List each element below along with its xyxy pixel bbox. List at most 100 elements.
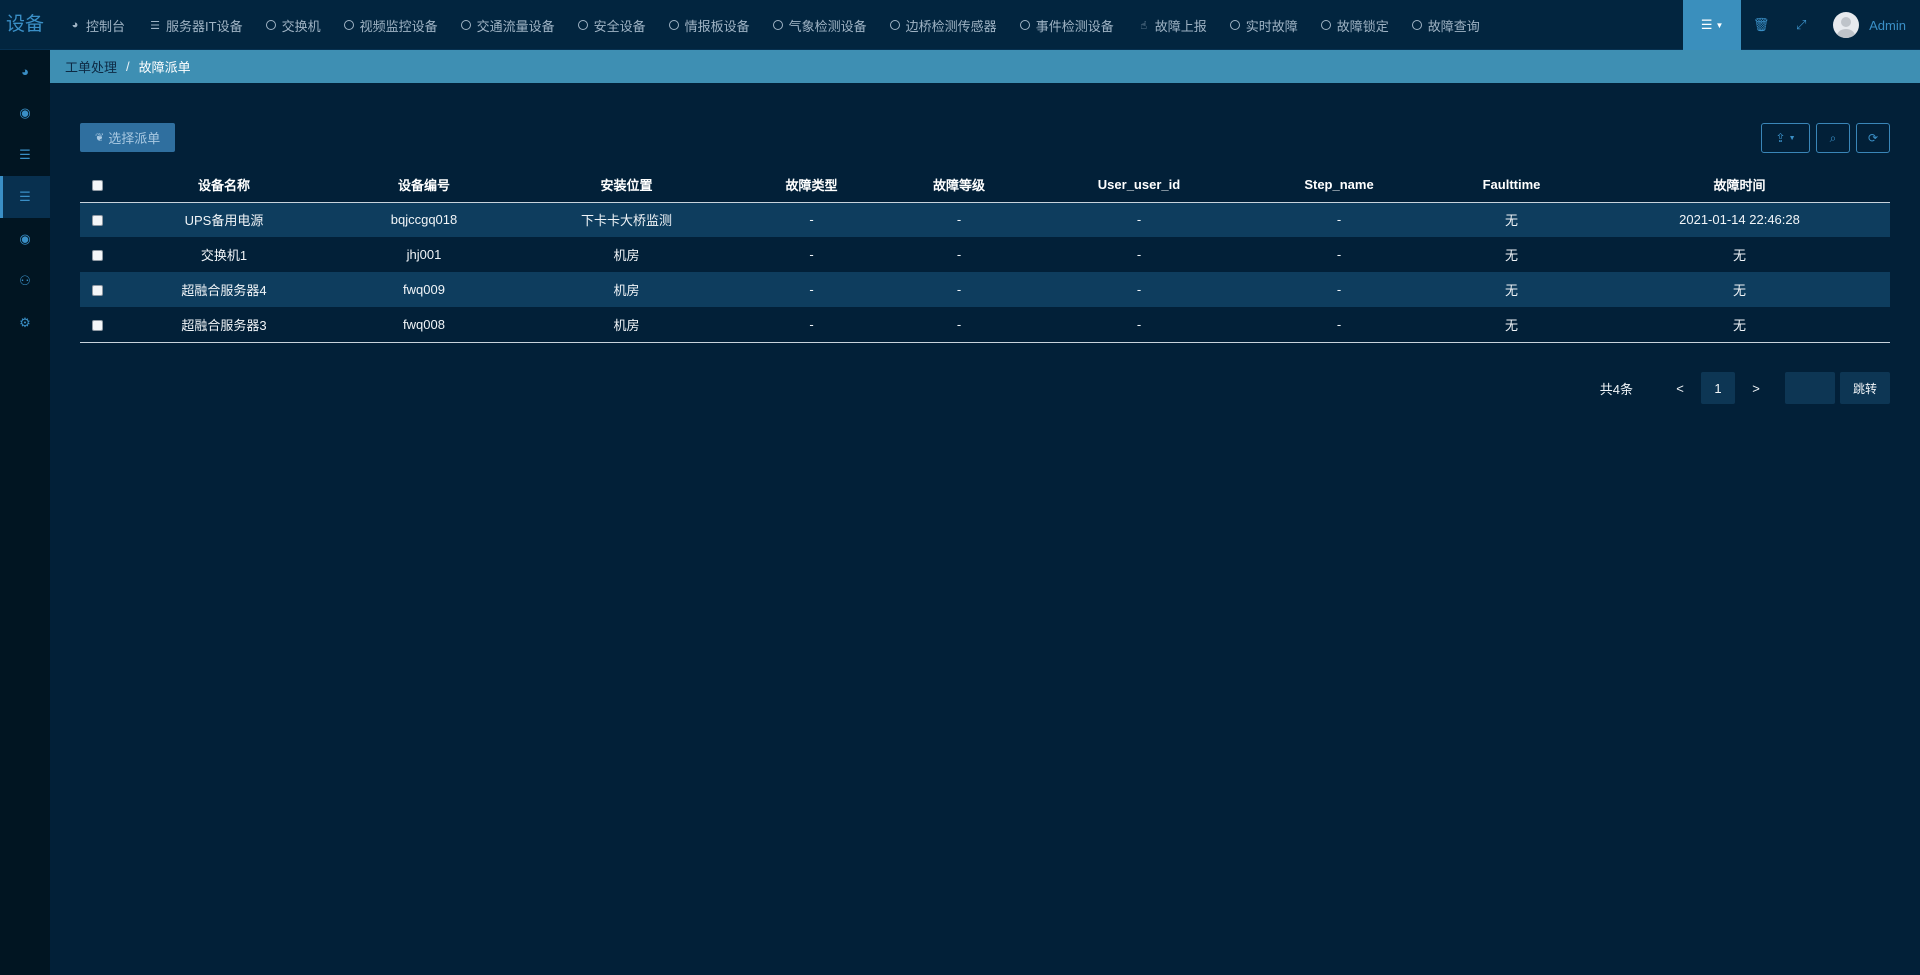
nav-item-fault-lock[interactable]: 故障锁定	[1311, 0, 1402, 50]
column-header[interactable]: 安装位置	[514, 167, 739, 203]
nav-item-security[interactable]: 安全设备	[568, 0, 659, 50]
table-cell: UPS备用电源	[184, 213, 264, 229]
top-right-tools: ☰ ▼ 🗑 ⤢ Admin	[1683, 0, 1920, 50]
dashboard-icon: ◕	[71, 19, 79, 31]
brand-logo[interactable]: 设备	[0, 0, 50, 50]
table-cell: 无	[1434, 307, 1589, 343]
trash-icon: 🗑	[1752, 17, 1770, 32]
column-header[interactable]: 故障时间	[1589, 167, 1890, 203]
column-header[interactable]: 设备名称	[114, 167, 334, 203]
table-cell: -	[1244, 307, 1434, 343]
top-nav: ◕ 控制台 ☰ 服务器IT设备 交换机 视频监控设备 交通流量设备 安全设备 情报板…	[58, 0, 1493, 50]
column-header[interactable]: Faulttime	[1434, 167, 1589, 203]
table-row[interactable]: UPS备用电源 bqjccgq018 下卡卡大桥监测 - - - - 无 202…	[80, 202, 1890, 237]
nav-item-event-detect[interactable]: 事件检测设备	[1010, 0, 1127, 50]
jump-page-input[interactable]	[1785, 372, 1835, 404]
column-header[interactable]: 设备编号	[334, 167, 514, 203]
nav-item-traffic[interactable]: 交通流量设备	[451, 0, 568, 50]
column-header[interactable]: Step_name	[1244, 167, 1434, 203]
table-cell: 下卡卡大桥监测	[580, 213, 672, 229]
nav-item-label: 故障锁定	[1336, 18, 1389, 34]
fault-dispatch-table: 设备名称 设备编号 安装位置 故障类型 故障等级 User_user_id St…	[80, 167, 1890, 343]
table-header-row: 设备名称 设备编号 安装位置 故障类型 故障等级 User_user_id St…	[80, 167, 1890, 203]
list-icon: ☰	[19, 147, 31, 162]
top-navbar: 设备 ◕ 控制台 ☰ 服务器IT设备 交换机 视频监控设备 交通流量设备 安全设备 …	[0, 0, 1920, 50]
column-header[interactable]: 故障类型	[739, 167, 884, 203]
next-page-button[interactable]: >	[1737, 381, 1775, 396]
select-all-checkbox[interactable]	[91, 179, 103, 191]
sidebar-item-users[interactable]: ⚇	[0, 260, 50, 302]
nav-item-weather[interactable]: 气象检测设备	[763, 0, 880, 50]
circle-icon	[668, 20, 679, 30]
table-cell: 无	[1504, 248, 1518, 263]
nav-item-label: 视频监控设备	[359, 18, 438, 34]
nav-item-label: 控制台	[86, 18, 126, 34]
nav-item-label: 安全设备	[593, 18, 646, 34]
nav-item-fault-query[interactable]: 故障查询	[1402, 0, 1493, 50]
row-select-cell	[80, 307, 114, 343]
pagination: 共4条 < 1 > 跳转	[1600, 372, 1890, 404]
nav-item-label: 气象检测设备	[788, 18, 867, 34]
sidebar-item-list[interactable]: ☰	[0, 134, 50, 176]
clear-cache-button[interactable]: 🗑	[1741, 0, 1781, 50]
export-icon: ⇪	[1775, 131, 1786, 145]
nav-item-switch[interactable]: 交换机	[256, 0, 334, 50]
row-checkbox[interactable]	[91, 285, 103, 297]
table-cell: -	[1336, 282, 1342, 297]
leaf-icon: ❦	[95, 132, 105, 144]
sidebar-item-view[interactable]: ◉	[0, 218, 50, 260]
sidebar-item-monitor[interactable]: ◉	[0, 92, 50, 134]
nav-item-console[interactable]: ◕ 控制台	[58, 0, 138, 50]
table-cell: 机房	[613, 283, 640, 298]
row-select-cell	[80, 272, 114, 307]
row-checkbox[interactable]	[91, 319, 103, 331]
table-cell: 机房	[514, 307, 739, 343]
table-row[interactable]: 超融合服务器3 fwq008 机房 - - - - 无 无	[80, 307, 1890, 343]
fullscreen-button[interactable]: ⤢	[1781, 0, 1821, 50]
circle-icon	[460, 20, 471, 30]
breadcrumb-current: 故障派单	[138, 60, 191, 75]
select-dispatch-label: 选择派单	[108, 131, 161, 146]
menu-dropdown-button[interactable]: ☰ ▼	[1683, 0, 1742, 50]
nav-item-label: 情报板设备	[684, 18, 750, 34]
search-toggle-button[interactable]: ⌕	[1816, 123, 1850, 153]
sidebar-item-dashboard[interactable]: ◕	[0, 50, 50, 92]
hand-pointer-icon: ☝	[1140, 19, 1148, 32]
circle-icon	[577, 20, 588, 30]
table-cell: -	[884, 307, 1034, 343]
nav-item-bridge-sensor[interactable]: 边桥检测传感器	[880, 0, 1010, 50]
column-header[interactable]: 故障等级	[884, 167, 1034, 203]
prev-page-button[interactable]: <	[1661, 381, 1699, 396]
table-cell: 机房	[613, 248, 640, 263]
nav-item-info-board[interactable]: 情报板设备	[659, 0, 763, 50]
nav-item-label: 实时故障	[1245, 18, 1298, 34]
sidebar: ◕ ◉ ☰ ☰ ◉ ⚇ ⚙	[0, 50, 50, 975]
jump-page-button[interactable]: 跳转	[1840, 372, 1890, 404]
column-header[interactable]: User_user_id	[1034, 167, 1244, 203]
table-cell: 交换机1	[200, 248, 248, 263]
select-dispatch-button[interactable]: ❦ 选择派单	[80, 123, 176, 152]
avatar	[1833, 12, 1860, 38]
nav-item-video[interactable]: 视频监控设备	[334, 0, 451, 50]
user-menu[interactable]: Admin	[1821, 0, 1920, 50]
table-cell: fwq008	[334, 307, 514, 343]
users-icon: ⚇	[19, 273, 31, 288]
nav-item-servers[interactable]: ☰ 服务器IT设备	[138, 0, 256, 50]
nav-item-fault-report[interactable]: ☝ 故障上报	[1127, 0, 1220, 50]
table-cell: 2021-01-14 22:46:28	[1679, 212, 1800, 228]
table-row[interactable]: 超融合服务器4 fwq009 机房 - - - - 无 无	[80, 272, 1890, 307]
server-icon: ☰	[150, 19, 160, 32]
expand-icon: ⤢	[1795, 17, 1807, 32]
circle-icon	[343, 20, 354, 30]
sidebar-item-workorder[interactable]: ☰	[0, 176, 50, 218]
nav-item-realtime-fault[interactable]: 实时故障	[1220, 0, 1311, 50]
refresh-button[interactable]: ⟳	[1856, 123, 1890, 153]
row-checkbox[interactable]	[91, 215, 103, 227]
breadcrumb-parent[interactable]: 工单处理	[65, 57, 117, 76]
row-checkbox[interactable]	[91, 250, 103, 262]
table-row[interactable]: 交换机1 jhj001 机房 - - - - 无 无	[80, 237, 1890, 272]
export-button[interactable]: ⇪ ▼	[1761, 123, 1810, 153]
table-cell: -	[956, 282, 962, 297]
sidebar-item-settings[interactable]: ⚙	[0, 302, 50, 344]
page-number-button[interactable]: 1	[1701, 372, 1735, 404]
